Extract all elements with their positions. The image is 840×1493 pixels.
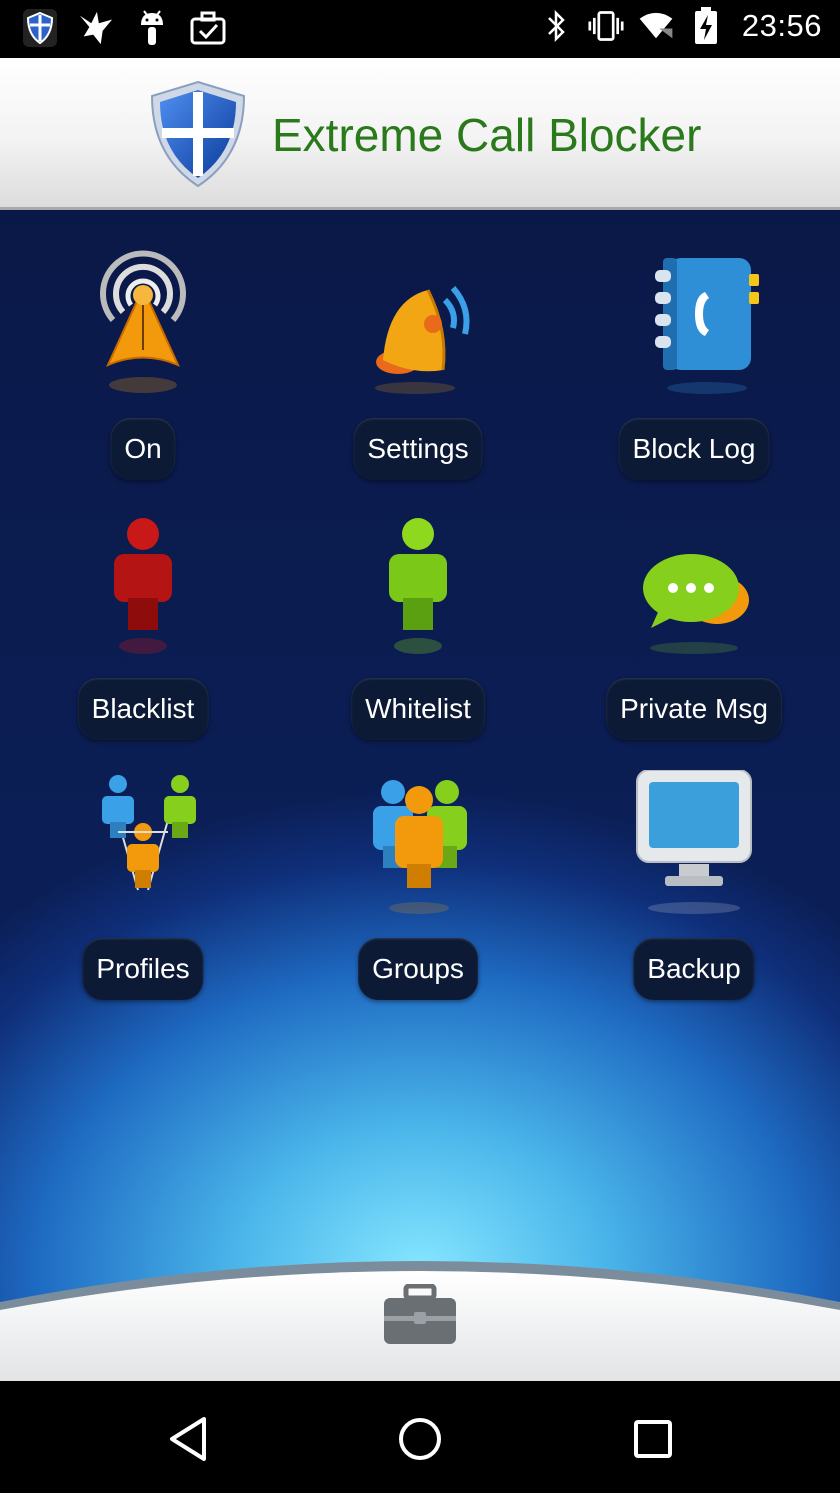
- menu-label-whitelist: Whitelist: [351, 678, 485, 740]
- green-person-icon: [353, 510, 483, 660]
- bird-notification-icon: [78, 8, 114, 48]
- phone-book-icon: [629, 250, 759, 400]
- menu-tile-backup[interactable]: Backup: [584, 750, 804, 1010]
- menu-tile-groups[interactable]: Groups: [308, 750, 528, 1010]
- red-person-icon: [78, 510, 208, 660]
- battery-charging-icon: [688, 6, 724, 46]
- menu-tile-settings[interactable]: Settings: [308, 230, 528, 490]
- menu-label-blacklist: Blacklist: [77, 678, 209, 740]
- broadcast-tower-icon: [78, 250, 208, 400]
- menu-label-block-log: Block Log: [618, 418, 770, 480]
- menu-label-private-msg: Private Msg: [606, 678, 782, 740]
- clock: 23:56: [741, 8, 822, 43]
- status-bar-system: 23:56: [538, 6, 822, 46]
- wifi-icon: [638, 6, 674, 46]
- recents-icon[interactable]: [623, 1409, 683, 1469]
- main-menu-area: On Settings Block Log Blacklist Whitelis…: [0, 210, 840, 1381]
- briefcase-check-icon: [190, 8, 226, 48]
- menu-tile-block-log[interactable]: Block Log: [584, 230, 804, 490]
- menu-tile-private-msg[interactable]: Private Msg: [584, 490, 804, 750]
- menu-label-profiles: Profiles: [82, 938, 204, 1000]
- menu-label-on: On: [110, 418, 176, 480]
- chat-bubbles-icon: [629, 510, 759, 660]
- app-title: Extreme Call Blocker: [272, 109, 702, 161]
- menu-label-backup: Backup: [633, 938, 755, 1000]
- shield-logo-icon: [146, 78, 250, 190]
- shield-notification-icon: [22, 8, 58, 48]
- status-bar-notifications: [22, 8, 226, 48]
- app-header: Extreme Call Blocker: [0, 58, 840, 210]
- home-icon[interactable]: [390, 1409, 450, 1469]
- menu-tile-profiles[interactable]: Profiles: [33, 750, 253, 1010]
- monitor-icon: [629, 769, 759, 920]
- status-bar: 23:56: [0, 0, 840, 58]
- menu-label-settings: Settings: [353, 418, 483, 480]
- menu-tile-whitelist[interactable]: Whitelist: [308, 490, 528, 750]
- android-debug-icon: [134, 8, 170, 48]
- profiles-tree-icon: [78, 770, 208, 920]
- menu-tile-blacklist[interactable]: Blacklist: [33, 490, 253, 750]
- menu-tile-on[interactable]: On: [33, 230, 253, 490]
- back-icon[interactable]: [158, 1409, 218, 1469]
- satellite-dish-icon: [353, 250, 483, 400]
- navigation-bar: [0, 1381, 840, 1493]
- vibrate-icon: [588, 6, 624, 46]
- group-people-icon: [353, 770, 483, 920]
- toolbox-icon[interactable]: [382, 1283, 458, 1346]
- menu-label-groups: Groups: [358, 938, 478, 1000]
- bluetooth-icon: [538, 6, 574, 46]
